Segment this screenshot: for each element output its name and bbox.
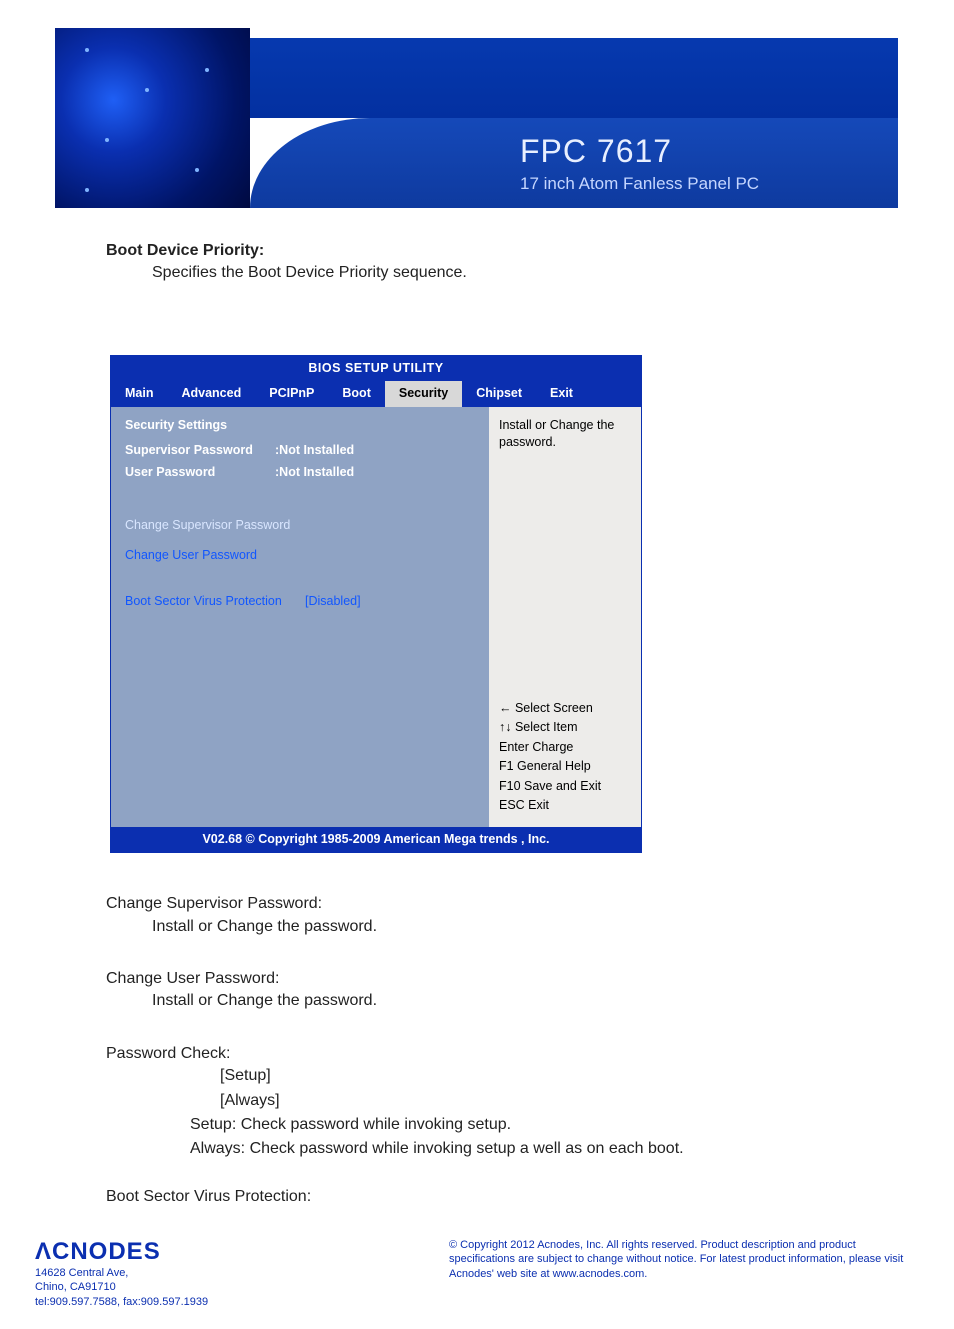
bios-bsvp-value: [Disabled] xyxy=(305,593,361,611)
header-blue-band xyxy=(250,38,898,118)
footer-copyright: © Copyright 2012 Acnodes, Inc. All right… xyxy=(449,1238,919,1281)
bios-title: BIOS SETUP UTILITY xyxy=(111,356,641,382)
bios-bsvp-row[interactable]: Boot Sector Virus Protection [Disabled] xyxy=(125,593,475,611)
header-motherboard-image xyxy=(55,28,250,208)
section-change-user-title: Change User Password: xyxy=(106,968,894,990)
bios-key-row: ESC Exit xyxy=(499,797,631,815)
acnodes-logo: ΛCNODES xyxy=(35,1238,208,1266)
section-bsvp-title: Boot Sector Virus Protection: xyxy=(106,1186,894,1208)
bios-user-value: :Not Installed xyxy=(275,464,354,482)
footer-left: ΛCNODES 14628 Central Ave, Chino, CA9171… xyxy=(35,1238,208,1309)
bios-security-heading: Security Settings xyxy=(125,417,475,435)
bios-supervisor-value: :Not Installed xyxy=(275,442,354,460)
bios-change-supervisor-link[interactable]: Change Supervisor Password xyxy=(125,517,475,535)
bios-row-supervisor: Supervisor Password :Not Installed xyxy=(125,442,475,460)
bios-row-user: User Password :Not Installed xyxy=(125,464,475,482)
section-password-check-title: Password Check: xyxy=(106,1043,894,1065)
bios-key-row: Enter Charge xyxy=(499,739,631,757)
bios-key-row: ← Select Screen xyxy=(499,700,631,718)
bios-tab-main[interactable]: Main xyxy=(111,381,167,407)
document-header: FPC 7617 17 inch Atom Fanless Panel PC xyxy=(0,0,954,210)
password-check-option: [Always] xyxy=(220,1090,894,1112)
section-boot-device-priority-body: Specifies the Boot Device Priority seque… xyxy=(152,262,894,284)
footer-address: 14628 Central Ave, Chino, CA91710 tel:90… xyxy=(35,1266,208,1309)
header-title-area: FPC 7617 17 inch Atom Fanless Panel PC xyxy=(250,118,898,208)
bios-tab-bar: Main Advanced PCIPnP Boot Security Chips… xyxy=(111,381,641,407)
bios-tab-chipset[interactable]: Chipset xyxy=(462,381,536,407)
section-change-supervisor-title: Change Supervisor Password: xyxy=(106,893,894,915)
bios-tab-pcipnp[interactable]: PCIPnP xyxy=(255,381,328,407)
section-boot-device-priority-title: Boot Device Priority: xyxy=(106,240,894,262)
bios-supervisor-label: Supervisor Password xyxy=(125,442,275,460)
bios-tab-exit[interactable]: Exit xyxy=(536,381,587,407)
product-title: FPC 7617 xyxy=(520,133,898,170)
product-subtitle: 17 inch Atom Fanless Panel PC xyxy=(520,174,898,194)
bios-key-legend: ← Select Screen ↑↓ Select Item Enter Cha… xyxy=(499,700,631,817)
bios-tab-security[interactable]: Security xyxy=(385,381,462,407)
bios-footer-text: V02.68 © Copyright 1985-2009 American Me… xyxy=(111,827,641,853)
bios-tab-advanced[interactable]: Advanced xyxy=(167,381,255,407)
bios-help-text: Install or Change the password. xyxy=(499,417,631,597)
bios-key-row: F1 General Help xyxy=(499,758,631,776)
bios-bsvp-label: Boot Sector Virus Protection xyxy=(125,593,305,611)
password-check-always-expl: Always: Check password while invoking se… xyxy=(190,1138,894,1160)
bios-key-row: F10 Save and Exit xyxy=(499,778,631,796)
bios-change-user-link[interactable]: Change User Password xyxy=(125,547,475,565)
bios-screenshot: BIOS SETUP UTILITY Main Advanced PCIPnP … xyxy=(110,355,642,854)
password-check-option: [Setup] xyxy=(220,1065,894,1087)
section-change-supervisor-body: Install or Change the password. xyxy=(152,916,894,938)
bios-left-pane: Security Settings Supervisor Password :N… xyxy=(111,407,489,827)
page-footer: ΛCNODES 14628 Central Ave, Chino, CA9171… xyxy=(0,1228,954,1329)
section-change-user-body: Install or Change the password. xyxy=(152,990,894,1012)
password-check-setup-expl: Setup: Check password while invoking set… xyxy=(190,1114,894,1136)
bios-tab-boot[interactable]: Boot xyxy=(328,381,384,407)
bios-key-row: ↑↓ Select Item xyxy=(499,719,631,737)
bios-user-label: User Password xyxy=(125,464,275,482)
bios-right-pane: Install or Change the password. ← Select… xyxy=(489,407,641,827)
